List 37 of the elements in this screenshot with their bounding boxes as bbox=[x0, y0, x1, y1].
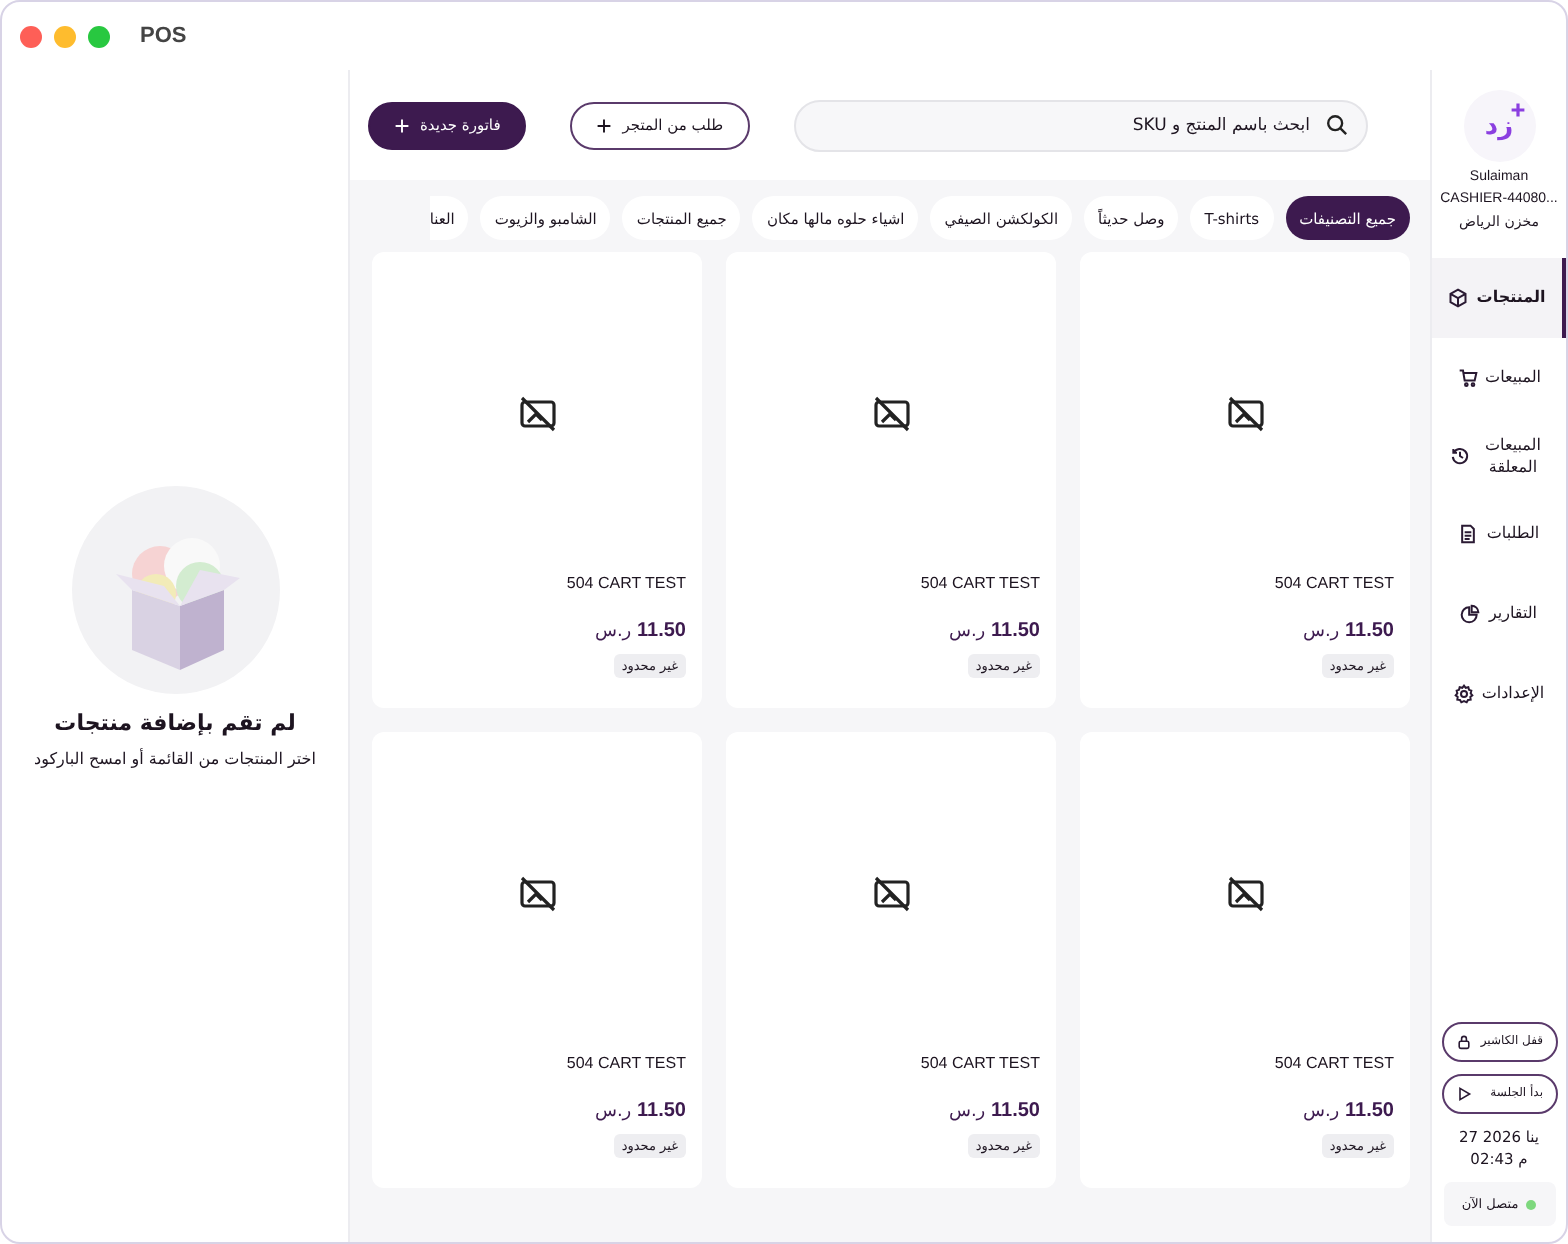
nav-item[interactable]: المبيعات bbox=[1432, 338, 1566, 418]
nav-item[interactable]: المبيعات المعلقة bbox=[1432, 418, 1566, 494]
cart-icon bbox=[1457, 368, 1478, 388]
plus-icon bbox=[394, 117, 410, 133]
product-name: 504 CART TEST bbox=[1274, 574, 1394, 592]
lock-icon bbox=[1455, 1033, 1471, 1049]
no-image-icon bbox=[1225, 873, 1265, 913]
empty-cart-title: لم تقم بإضافة منتجات bbox=[54, 709, 296, 735]
logo: زد bbox=[1463, 90, 1535, 162]
nav-item[interactable]: الطلبات bbox=[1432, 494, 1566, 574]
no-image-icon bbox=[517, 873, 557, 913]
document-icon bbox=[1458, 524, 1479, 544]
settings-icon bbox=[1453, 684, 1474, 704]
play-icon bbox=[1455, 1085, 1471, 1101]
nav-item[interactable]: الإعدادات bbox=[1432, 654, 1566, 734]
no-image-icon bbox=[517, 393, 557, 433]
close-button[interactable] bbox=[20, 25, 42, 47]
window-title: POS bbox=[140, 24, 187, 48]
box-icon bbox=[1448, 288, 1469, 308]
search-field[interactable]: ابحث باسم المنتج و SKU bbox=[793, 99, 1368, 151]
nav-item[interactable]: المنتجات bbox=[1432, 258, 1566, 338]
plus-icon bbox=[596, 117, 613, 133]
no-image-icon bbox=[871, 873, 911, 913]
product-name: 504 CART TEST bbox=[566, 1054, 686, 1072]
product-name: 504 CART TEST bbox=[1274, 1054, 1394, 1072]
product-name: 504 CART TEST bbox=[920, 1054, 1040, 1072]
search-icon bbox=[1326, 114, 1348, 136]
pie-chart-icon bbox=[1460, 604, 1481, 624]
product-name: 504 CART TEST bbox=[566, 574, 686, 592]
minimize-button[interactable] bbox=[54, 25, 76, 47]
empty-cart-hint: اختر المنتجات من القائمة أو امسح الباركود bbox=[34, 749, 316, 767]
history-icon bbox=[1449, 446, 1469, 466]
no-image-icon bbox=[871, 393, 911, 433]
no-image-icon bbox=[1225, 393, 1265, 433]
maximize-button[interactable] bbox=[88, 25, 110, 47]
nav-item[interactable]: التقارير bbox=[1432, 574, 1566, 654]
product-name: 504 CART TEST bbox=[920, 574, 1040, 592]
